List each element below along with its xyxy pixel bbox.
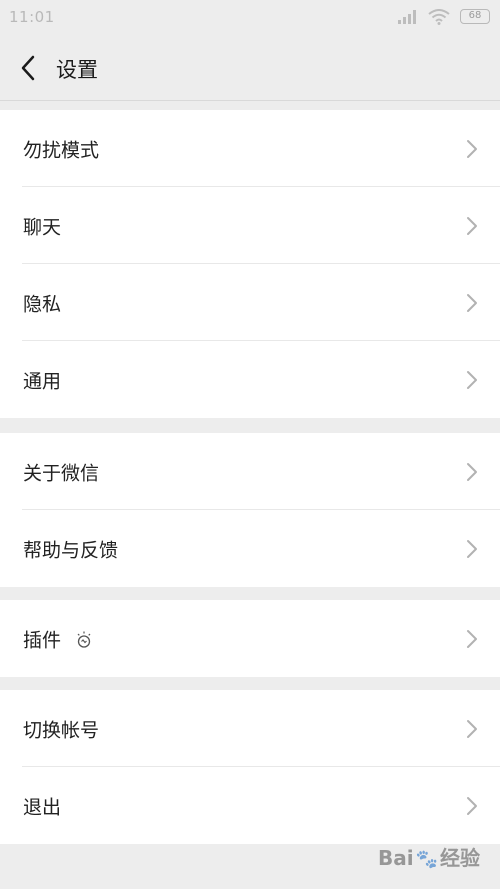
signal-icon [398, 10, 416, 24]
setting-row-plugins[interactable]: 插件 [0, 600, 500, 677]
row-label: 帮助与反馈 [23, 539, 119, 561]
row-label: 插件 [23, 625, 93, 652]
row-label: 勿扰模式 [23, 139, 100, 161]
paw-icon: 🐾 [415, 849, 438, 870]
chevron-right-icon [467, 719, 477, 738]
row-label: 切换帐号 [23, 719, 100, 741]
row-label: 退出 [23, 796, 62, 818]
chevron-left-icon[interactable] [18, 54, 38, 82]
setting-row-general[interactable]: 通用 [0, 341, 500, 418]
setting-row-help-feedback[interactable]: 帮助与反馈 [0, 510, 500, 587]
row-label: 聊天 [23, 216, 62, 238]
settings-group-4: 切换帐号 退出 [0, 690, 500, 844]
nav-bar: 设置 [0, 36, 500, 100]
chevron-right-icon [467, 216, 477, 235]
chevron-right-icon [467, 796, 477, 815]
chevron-right-icon [467, 139, 477, 158]
setting-row-privacy[interactable]: 隐私 [0, 264, 500, 341]
setting-row-do-not-disturb[interactable]: 勿扰模式 [0, 110, 500, 187]
chevron-right-icon [467, 629, 477, 648]
nav-divider [0, 100, 500, 101]
chevron-right-icon [467, 293, 477, 312]
chevron-right-icon [467, 462, 477, 481]
row-label-text: 插件 [23, 629, 62, 651]
status-bar: 11:01 68 [0, 0, 500, 36]
setting-row-about[interactable]: 关于微信 [0, 433, 500, 510]
watermark-suffix: 经验 [440, 846, 480, 870]
settings-group-2: 关于微信 帮助与反馈 [0, 433, 500, 587]
setting-row-logout[interactable]: 退出 [0, 767, 500, 844]
setting-row-switch-account[interactable]: 切换帐号 [0, 690, 500, 767]
settings-group-1: 勿扰模式 聊天 隐私 通用 [0, 110, 500, 418]
watermark: Bai 🐾 经验 [378, 842, 480, 871]
chevron-right-icon [467, 370, 477, 389]
watermark-brand: Bai [377, 846, 414, 870]
page-title: 设置 [56, 58, 98, 82]
wifi-icon [428, 9, 450, 25]
row-label: 关于微信 [23, 462, 100, 484]
setting-row-chat[interactable]: 聊天 [0, 187, 500, 264]
lightbulb-icon [77, 631, 91, 648]
chevron-right-icon [467, 539, 477, 558]
settings-group-3: 插件 [0, 600, 500, 677]
status-time: 11:01 [9, 8, 55, 26]
row-label: 通用 [23, 370, 62, 392]
row-label: 隐私 [23, 293, 62, 315]
battery-indicator: 68 [460, 9, 490, 24]
